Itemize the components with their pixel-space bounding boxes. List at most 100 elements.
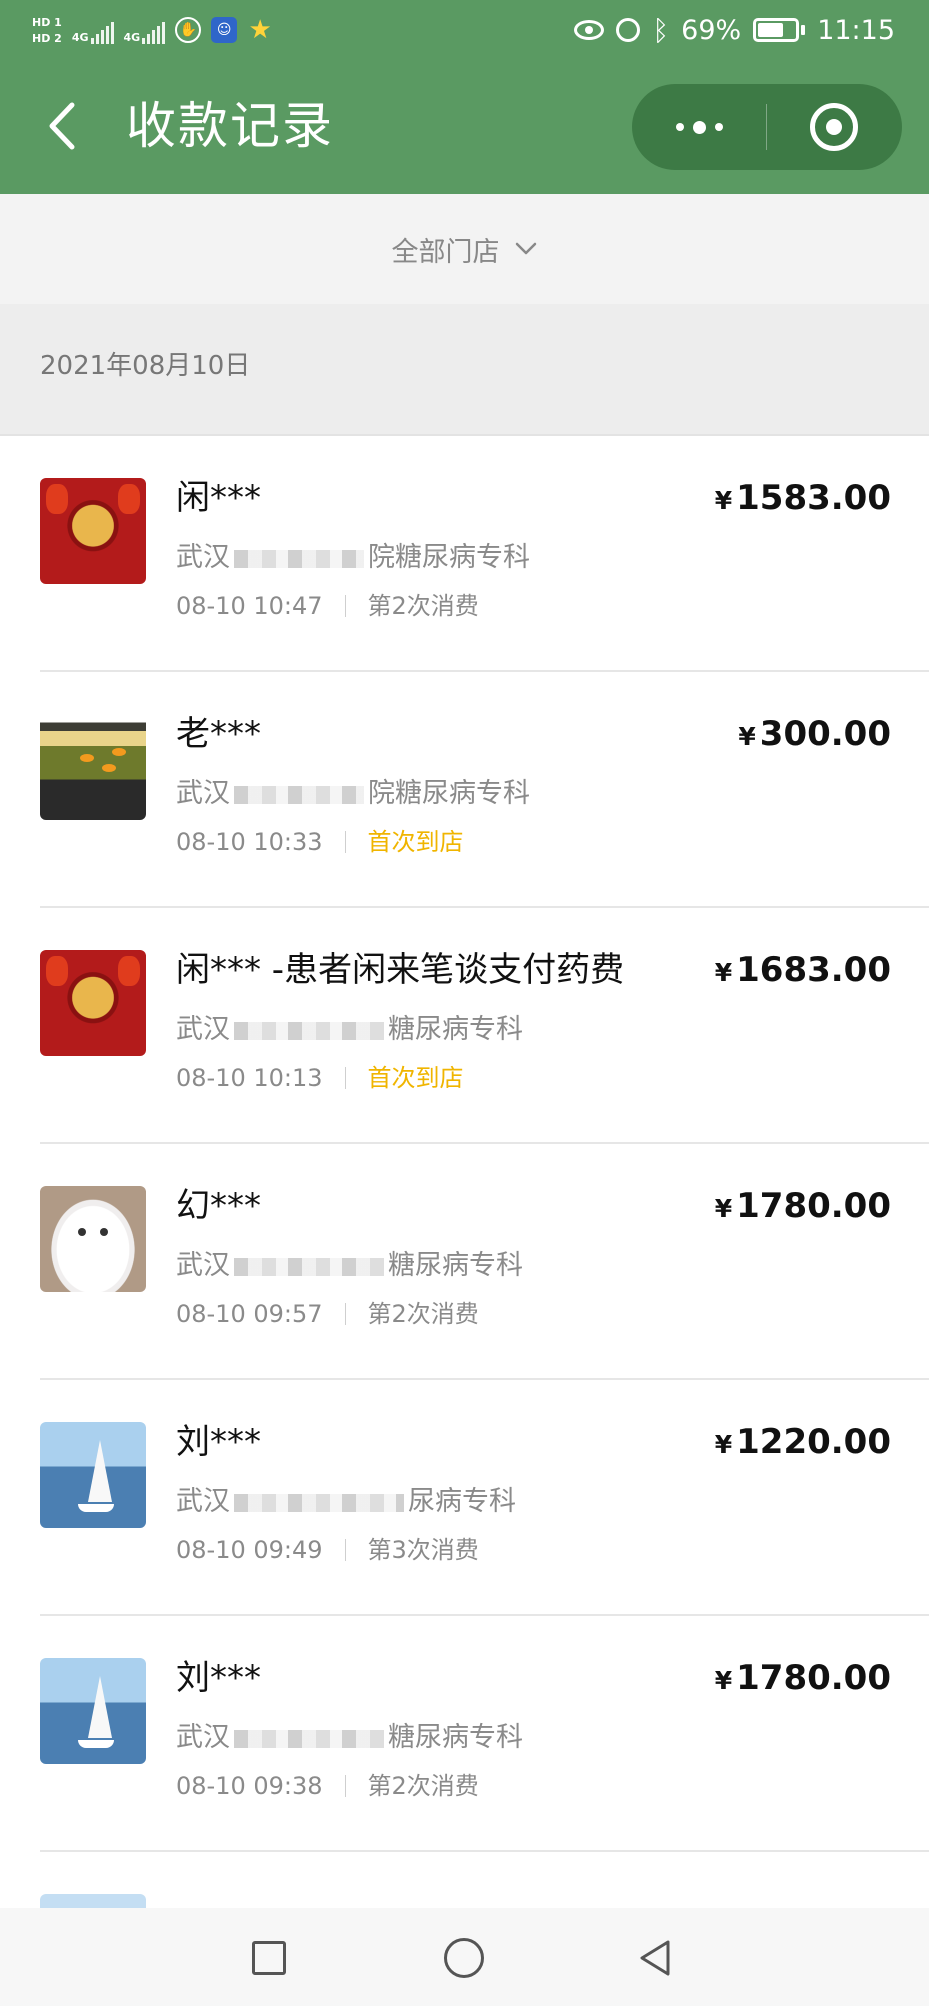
- visit-count: 首次到店: [367, 828, 464, 856]
- avatar: [40, 1658, 146, 1764]
- amount: ¥1780.00: [715, 1652, 891, 1707]
- record-row-partial[interactable]: [0, 1852, 929, 1908]
- record-row[interactable]: 刘*** ¥1780.00 武汉 糖尿病专科 08-10 09:38 第2次消费: [0, 1616, 929, 1852]
- app-notification-icon: ☺: [211, 17, 238, 43]
- record-meta: 08-10 10:33 首次到店: [176, 822, 464, 862]
- bluetooth-icon: ᛒ: [652, 13, 670, 47]
- battery-percent: 69%: [681, 14, 742, 46]
- store-prefix: 武汉: [176, 542, 230, 573]
- amount-value: 300.00: [759, 714, 891, 754]
- record-time: 08-10 09:38: [176, 1772, 323, 1800]
- customer-name: 闲***: [176, 478, 261, 518]
- record-row[interactable]: 闲*** -患者闲来笔谈支付药费 ¥1683.00 武汉 糖尿病专科 08-10 …: [0, 908, 929, 1144]
- hd2-label: HD 2: [32, 31, 62, 45]
- back-button[interactable]: [38, 96, 88, 156]
- record-row[interactable]: 幻*** ¥1780.00 武汉 糖尿病专科 08-10 09:57 第2次消费: [0, 1144, 929, 1380]
- title-bar: 收款记录: [0, 58, 929, 194]
- redacted-text: [234, 1021, 384, 1040]
- meta-divider: [344, 1775, 346, 1797]
- amount: ¥1683.00: [715, 944, 891, 999]
- record-row[interactable]: 老*** ¥300.00 武汉 院糖尿病专科 08-10 10:33 首次到店: [0, 672, 929, 908]
- amount-value: 1683.00: [736, 950, 891, 990]
- redacted-text: [234, 1729, 384, 1748]
- store-suffix: 糖尿病专科: [388, 1722, 523, 1753]
- amount-value: 1780.00: [736, 1186, 891, 1226]
- amount-value: 1780.00: [736, 1658, 891, 1698]
- store-prefix: 武汉: [176, 1250, 230, 1281]
- store-name: 武汉 院糖尿病专科: [176, 774, 530, 814]
- chevron-left-icon: [49, 102, 75, 150]
- system-back-button[interactable]: [636, 1938, 676, 1978]
- visit-count: 第2次消费: [367, 1772, 479, 1800]
- record-row[interactable]: 刘*** ¥1220.00 武汉 尿病专科 08-10 09:49 第3次消费: [0, 1380, 929, 1616]
- redacted-text: [234, 549, 364, 568]
- signal-icon: 4G: [72, 16, 114, 44]
- customer-name: 刘***: [176, 1658, 261, 1698]
- record-time: 08-10 09:49: [176, 1536, 323, 1564]
- triangle-back-icon: [640, 1940, 670, 1976]
- date-group-header: 2021年08月10日: [0, 304, 929, 434]
- store-name: 武汉 糖尿病专科: [176, 1010, 523, 1050]
- redacted-text: [234, 1493, 404, 1512]
- record-meta: 08-10 10:47 第2次消费: [176, 586, 479, 626]
- store-suffix: 糖尿病专科: [388, 1014, 523, 1045]
- store-suffix: 院糖尿病专科: [368, 778, 530, 809]
- miniprogram-capsule: [632, 84, 902, 170]
- status-bar: HD 1 HD 2 4G 4G ✋ ☺ ★ ᛒ 69% 11:15: [0, 0, 929, 58]
- avatar: [40, 714, 146, 820]
- home-button[interactable]: [444, 1938, 484, 1978]
- store-prefix: 武汉: [176, 778, 230, 809]
- hd1-label: HD 1: [32, 15, 62, 29]
- recent-apps-button[interactable]: [252, 1941, 286, 1975]
- record-time: 08-10 09:57: [176, 1300, 323, 1328]
- store-filter[interactable]: 全部门店: [0, 194, 929, 304]
- avatar: [40, 1894, 146, 1908]
- target-icon: [810, 103, 858, 151]
- customer-name: 幻***: [176, 1186, 261, 1226]
- meta-divider: [344, 1303, 346, 1325]
- meta-divider: [344, 831, 346, 853]
- visit-count: 第3次消费: [367, 1536, 479, 1564]
- meta-divider: [344, 1539, 346, 1561]
- record-meta: 08-10 09:57 第2次消费: [176, 1294, 479, 1334]
- currency-symbol: ¥: [714, 1194, 733, 1223]
- customer-name: 闲*** -患者闲来笔谈支付药费: [176, 950, 625, 990]
- amount-value: 1220.00: [736, 1422, 891, 1462]
- store-filter-label: 全部门店: [391, 236, 500, 268]
- record-row[interactable]: 闲*** ¥1583.00 武汉 院糖尿病专科 08-10 10:47 第2次消费: [0, 436, 929, 672]
- currency-symbol: ¥: [714, 1430, 733, 1459]
- store-prefix: 武汉: [176, 1486, 230, 1517]
- amount-value: 1583.00: [736, 478, 891, 518]
- record-time: 08-10 10:47: [176, 592, 323, 620]
- network-type-1: 4G: [71, 31, 89, 44]
- store-name: 武汉 糖尿病专科: [176, 1718, 523, 1758]
- store-prefix: 武汉: [176, 1014, 230, 1045]
- avatar: [40, 950, 146, 1056]
- record-meta: 08-10 10:13 首次到店: [176, 1058, 464, 1098]
- page-title: 收款记录: [126, 97, 334, 155]
- close-miniprogram-button[interactable]: [767, 84, 901, 170]
- store-suffix: 尿病专科: [408, 1486, 516, 1517]
- chevron-down-icon: [515, 242, 536, 255]
- meta-divider: [344, 1067, 346, 1089]
- hd-indicator: HD 1 HD 2: [32, 16, 62, 45]
- payment-records-list: 闲*** ¥1583.00 武汉 院糖尿病专科 08-10 10:47 第2次消费 …: [0, 434, 929, 1908]
- system-nav-bar: [0, 1908, 929, 2006]
- network-type-2: 4G: [123, 31, 141, 44]
- amount: ¥300.00: [738, 708, 891, 763]
- amount: ¥1780.00: [715, 1180, 891, 1235]
- store-suffix: 糖尿病专科: [388, 1250, 523, 1281]
- record-meta: 08-10 09:49 第3次消费: [176, 1530, 479, 1570]
- store-name: 武汉 院糖尿病专科: [176, 538, 530, 578]
- signal-icon-2: 4G: [124, 16, 166, 44]
- redacted-text: [234, 785, 364, 804]
- avatar: [40, 1186, 146, 1292]
- star-icon: ★: [248, 15, 272, 45]
- currency-symbol: ¥: [714, 958, 733, 987]
- visit-count: 第2次消费: [367, 592, 479, 620]
- currency-symbol: ¥: [738, 722, 756, 751]
- record-time: 08-10 10:33: [176, 828, 323, 856]
- battery-icon: [753, 18, 806, 42]
- clock: 11:15: [817, 14, 895, 46]
- more-button[interactable]: [632, 84, 766, 170]
